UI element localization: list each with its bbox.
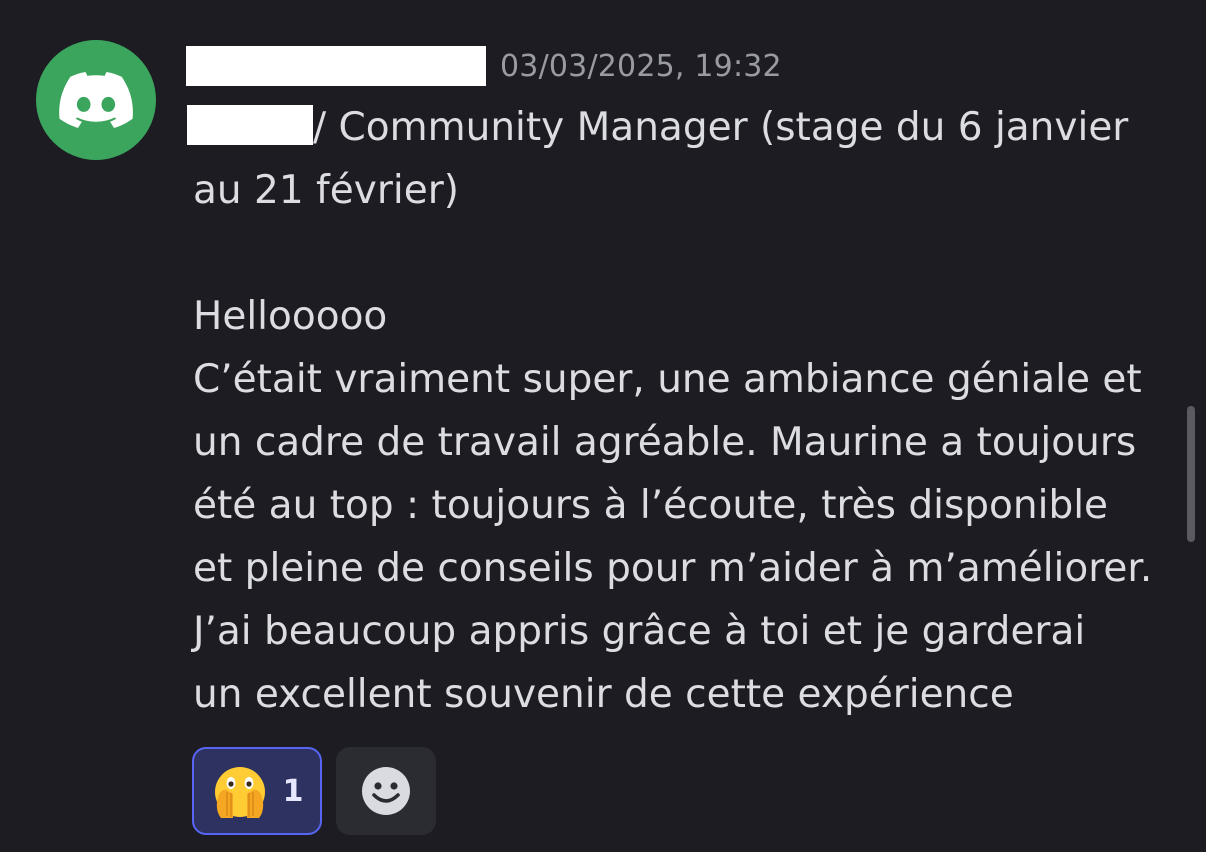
add-reaction-button[interactable]: [336, 747, 436, 835]
message-line: J’ai beaucoup appris grâce à toi et je g…: [193, 609, 1086, 654]
message-line: un cadre de travail agréable. Maurine a …: [193, 420, 1137, 465]
add-reaction-smiley-icon: [362, 767, 410, 815]
redacted-username[interactable]: [186, 46, 486, 86]
face-with-open-eyes-and-hand-over-mouth-icon: [214, 767, 265, 818]
message-line: un excellent souvenir de cette expérienc…: [193, 672, 1014, 717]
message-line: et pleine de conseils pour m’aider à m’a…: [193, 546, 1153, 591]
reaction-bar: 1: [192, 747, 436, 835]
message-header: 03/03/2025, 19:32: [186, 42, 782, 90]
chat-view: 03/03/2025, 19:32 / Community Manager (s…: [0, 0, 1206, 852]
discord-logo-icon: [59, 72, 133, 128]
avatar[interactable]: [36, 40, 156, 160]
scrollbar[interactable]: [1187, 406, 1195, 542]
role-text: / Community Manager (stage du 6 janvier: [313, 105, 1129, 150]
role-line: / Community Manager (stage du 6 janvier: [187, 96, 1183, 159]
reaction-count: 1: [282, 773, 304, 809]
redacted-name-block: [187, 105, 313, 145]
reaction-button[interactable]: 1: [192, 747, 322, 835]
message-line: Hellooooo: [193, 294, 388, 339]
message-line: été au top : toujours à l’écoute, très d…: [193, 483, 1109, 528]
timestamp: 03/03/2025, 19:32: [500, 48, 782, 84]
message-line: C’était vraiment super, une ambiance gén…: [193, 357, 1142, 402]
role-line-2: au 21 février): [193, 168, 459, 213]
message-content: / Community Manager (stage du 6 janvier …: [187, 96, 1183, 726]
